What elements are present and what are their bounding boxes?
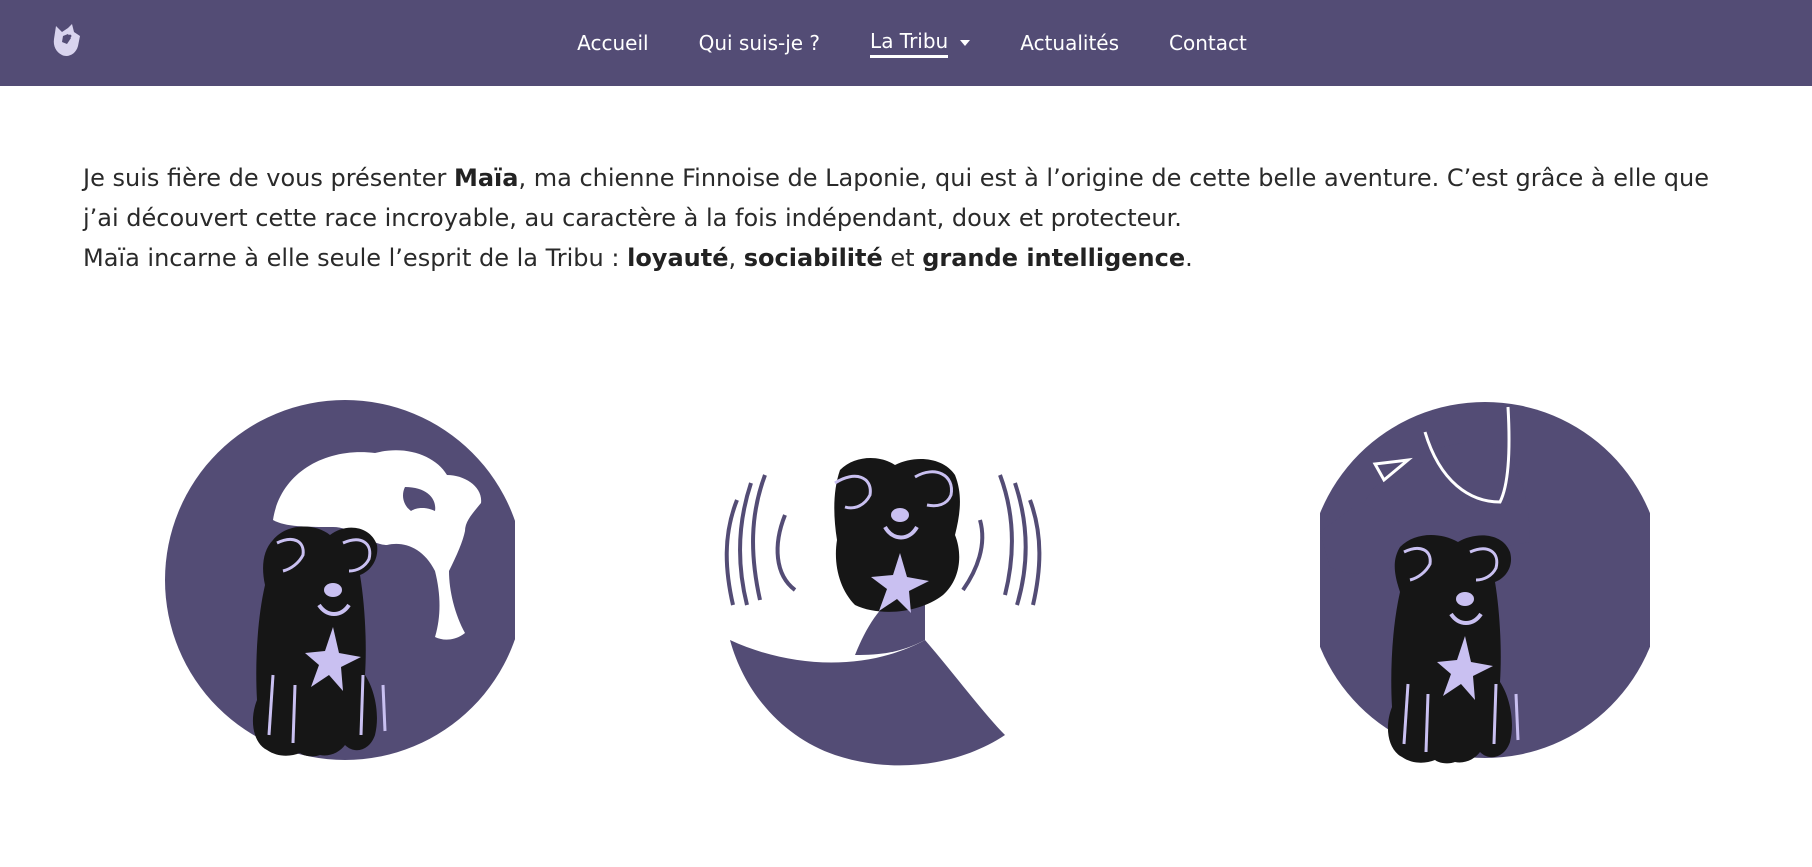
caret-down-icon (960, 40, 971, 46)
nav-item-label: Actualités (1020, 31, 1120, 55)
nav-item-accueil[interactable]: Accueil (577, 31, 648, 55)
intro-text-span: . (1185, 244, 1193, 272)
nav-item-label: Qui suis-je ? (698, 31, 821, 55)
top-navbar: Accueil Qui suis-je ? La Tribu Actualité… (0, 0, 1812, 86)
intro-text-span: Je suis fière de vous présenter (83, 164, 454, 192)
trait-sociability: sociabilité (743, 244, 883, 272)
dog-with-protector-icon (1320, 402, 1650, 764)
nav-item-label: La Tribu (870, 29, 949, 58)
intro-text-span: , (728, 244, 744, 272)
dog-name: Maïa (453, 164, 519, 192)
nav-menu: Accueil Qui suis-je ? La Tribu Actualité… (0, 0, 1812, 86)
intro-text: Je suis fière de vous présenter Maïa, ma… (83, 158, 1743, 278)
intro-text-span: et (882, 244, 923, 272)
intro-paragraph-1: Je suis fière de vous présenter Maïa, ma… (83, 158, 1743, 238)
trait-loyalty: loyauté (627, 244, 729, 272)
nav-item-contact[interactable]: Contact (1169, 31, 1247, 55)
happy-dog-icon (724, 458, 1042, 766)
nav-item-label: Accueil (577, 31, 649, 55)
intro-paragraph-2: Maïa incarne à elle seule l’esprit de la… (83, 238, 1743, 278)
nav-item-label: Contact (1169, 31, 1247, 55)
intro-text-span: Maïa incarne à elle seule l’esprit de la… (83, 244, 628, 272)
nav-item-qui-suis-je[interactable]: Qui suis-je ? (699, 31, 820, 55)
trait-intelligence: grande intelligence (922, 244, 1186, 272)
nav-item-la-tribu[interactable]: La Tribu (870, 29, 971, 58)
dog-with-hand-icon (165, 400, 515, 760)
nav-item-actualites[interactable]: Actualités (1020, 31, 1119, 55)
